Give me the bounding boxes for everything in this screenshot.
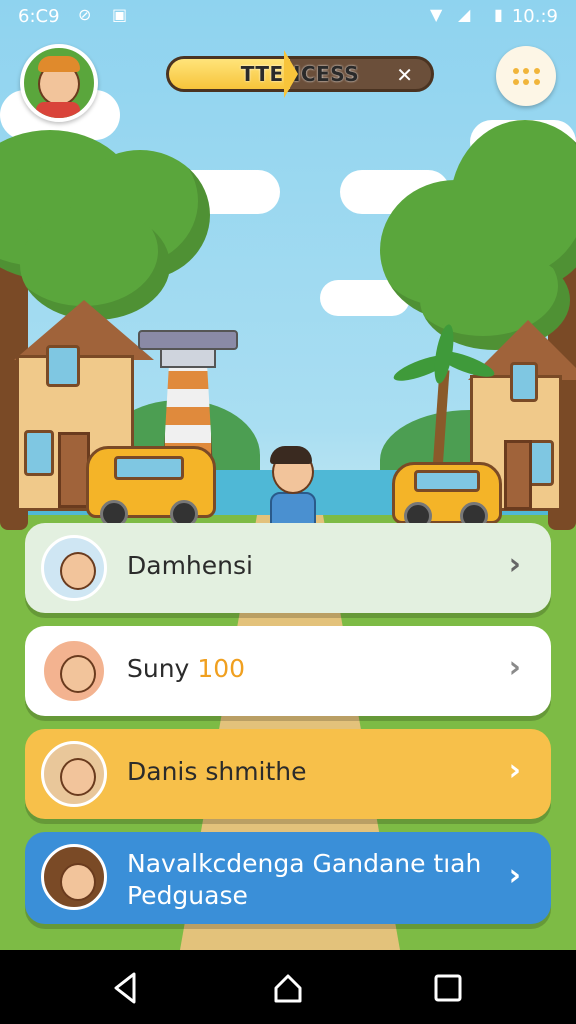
player-name: Danis shmithe: [127, 757, 307, 786]
chevron-right-icon: ›: [508, 858, 521, 893]
player-score: 100: [197, 654, 246, 683]
house-window: [24, 430, 54, 476]
list-item[interactable]: Danis shmithe ›: [25, 729, 551, 819]
vpn-icon: ⊘: [78, 5, 92, 24]
status-time: 6:C9: [18, 6, 60, 27]
progress-bar: TTENCESS ✕: [166, 56, 434, 92]
recents-icon[interactable]: [428, 968, 468, 1008]
avatar-face: [60, 758, 96, 796]
calendar-icon: ▣: [112, 5, 128, 24]
player-name-text: Suny: [127, 654, 198, 683]
wifi-icon: ▼: [430, 5, 443, 24]
player-avatar: [41, 638, 107, 704]
status-bar: 6:C9 ⊘ ▣ ▼ ◢ ▮ 10.:9: [0, 0, 576, 34]
house-window: [46, 345, 80, 387]
avatar-face: [60, 552, 96, 590]
avatar-face: [60, 863, 96, 901]
house-door: [504, 440, 532, 510]
player-name-line2: Pedguase: [127, 881, 248, 910]
close-icon[interactable]: ✕: [396, 63, 413, 87]
lighthouse-roof: [138, 330, 238, 350]
system-nav-bar: [0, 950, 576, 1024]
grid-dots-icon: [513, 68, 541, 86]
progress-label: TTENCESS: [240, 62, 360, 86]
van-window: [114, 456, 184, 480]
player-avatar-button[interactable]: [20, 44, 98, 122]
list-item[interactable]: Suny 100 ›: [25, 626, 551, 716]
chevron-right-icon: ›: [508, 547, 521, 582]
home-icon[interactable]: [268, 968, 308, 1008]
menu-button[interactable]: [496, 46, 556, 106]
player-name: Damhensi: [127, 551, 253, 580]
player-character[interactable]: [266, 446, 316, 532]
character-hair: [270, 446, 312, 464]
avatar-hair: [38, 56, 80, 72]
list-item[interactable]: Damhensi ›: [25, 523, 551, 613]
player-avatar: [41, 535, 107, 601]
chevron-right-icon: ›: [508, 753, 521, 788]
van-window: [414, 470, 480, 492]
player-name: Suny 100: [127, 654, 245, 683]
player-avatar: [41, 741, 107, 807]
house-window: [510, 362, 538, 402]
signal-icon: ◢: [458, 5, 471, 24]
battery-icon: ▮: [494, 5, 503, 24]
back-icon[interactable]: [106, 968, 146, 1008]
status-clock: 10.:9: [511, 6, 558, 27]
avatar-face: [60, 655, 96, 693]
player-name-line1: Navalkcdenga Gandane tıah: [127, 849, 482, 878]
player-name: Navalkcdenga Gandane tıah Pedguase: [127, 848, 481, 912]
player-avatar: [41, 844, 107, 910]
list-item[interactable]: Navalkcdenga Gandane tıah Pedguase ›: [25, 832, 551, 924]
house-roof: [14, 300, 154, 360]
chevron-right-icon: ›: [508, 650, 521, 685]
